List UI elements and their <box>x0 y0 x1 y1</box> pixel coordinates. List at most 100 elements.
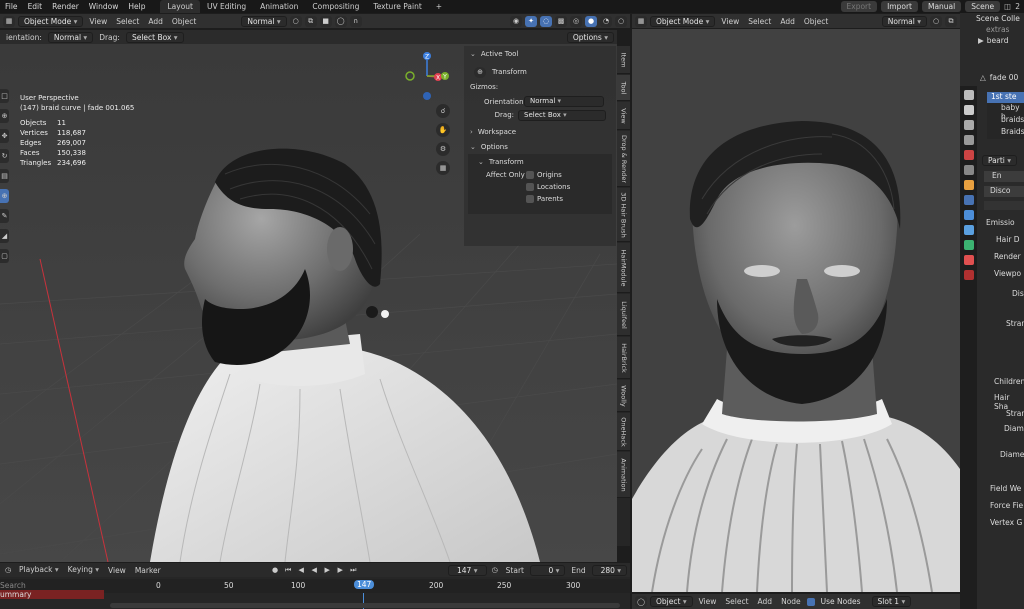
tool-drag-dropdown[interactable]: Select Box <box>125 31 184 43</box>
view-layer-props-icon[interactable] <box>963 135 974 145</box>
object-props-icon[interactable] <box>963 180 974 190</box>
add-workspace-button[interactable]: + <box>429 0 449 13</box>
node-view-menu[interactable]: View <box>696 597 720 606</box>
transform-tool-icon-panel[interactable]: ⊕ <box>474 66 486 78</box>
timeline-view-menu[interactable]: View <box>105 566 129 575</box>
scene-browse-icon[interactable]: ◫ <box>1004 2 1011 11</box>
scene-selector[interactable]: Scene <box>965 1 1001 12</box>
right-orientation-dropdown[interactable]: Normal <box>881 15 927 27</box>
summary-channel[interactable]: ummary <box>0 590 104 599</box>
tool-orientation-dropdown[interactable]: Normal <box>47 31 94 43</box>
mode-dropdown[interactable]: Object Mode <box>18 15 84 27</box>
disconnect-button[interactable]: Disco <box>984 186 1024 197</box>
timeline-search[interactable]: Search <box>0 581 104 590</box>
cursor-tool-icon[interactable]: ⊕ <box>0 109 9 123</box>
right-menu-select[interactable]: Select <box>745 17 774 26</box>
object-name[interactable]: fade 00 <box>990 73 1019 82</box>
playback-menu[interactable]: Playback <box>16 565 62 576</box>
active-tool-section[interactable]: Active Tool <box>464 46 616 61</box>
right-pivot-icon[interactable]: ○ <box>930 15 942 27</box>
output-props-icon[interactable] <box>963 120 974 130</box>
annotate-tool-icon[interactable]: ✎ <box>0 209 9 223</box>
start-frame-field[interactable]: 0 <box>529 564 566 576</box>
tab-onehack[interactable]: OneHack <box>617 413 630 451</box>
pivot-icon[interactable]: ○ <box>289 15 302 27</box>
scale-tool-icon[interactable]: ▤ <box>0 169 9 183</box>
jump-end-icon[interactable]: ⏭ <box>348 564 359 576</box>
current-frame-field[interactable]: 147 <box>447 564 487 576</box>
timeline-scrollbar[interactable] <box>110 603 620 608</box>
tab-woolly[interactable]: Woolly <box>617 380 630 412</box>
editor-type-icon[interactable]: ▦ <box>3 15 15 27</box>
next-keyframe-icon[interactable]: ▶ <box>335 564 346 576</box>
camera-icon[interactable]: ⚙ <box>436 142 450 156</box>
outliner-scene-collection[interactable]: Scene Colle <box>960 13 1024 24</box>
transform-orientation-dropdown[interactable]: Normal <box>241 15 287 27</box>
snap-target-icon[interactable]: ■ <box>319 15 332 27</box>
navigation-gizmo[interactable]: Z X Y <box>400 48 456 104</box>
jump-start-icon[interactable]: ⏮ <box>283 564 294 576</box>
enable-button[interactable]: En <box>984 171 1024 182</box>
particle-slot-1[interactable]: 1st ste <box>987 92 1024 103</box>
world-props-icon[interactable] <box>963 165 974 175</box>
pan-hand-icon[interactable]: ✋ <box>436 123 450 137</box>
menu-help[interactable]: Help <box>123 2 150 11</box>
collapse-bar[interactable] <box>984 201 1024 210</box>
proportional-edit-icon[interactable]: ◯ <box>334 15 347 27</box>
tab-compositing[interactable]: Compositing <box>305 0 366 13</box>
measure-tool-icon[interactable]: ◢ <box>0 229 9 243</box>
outliner-item-extras[interactable]: extras <box>960 24 1024 35</box>
tab-layout[interactable]: Layout <box>160 0 200 13</box>
menu-add[interactable]: Add <box>145 17 166 26</box>
menu-select[interactable]: Select <box>113 17 142 26</box>
right-snap-icon[interactable]: ⧉ <box>945 15 957 27</box>
menu-render[interactable]: Render <box>47 2 84 11</box>
shading-solid-icon[interactable]: ● <box>585 15 597 27</box>
add-cube-tool-icon[interactable]: ▢ <box>0 249 9 263</box>
prev-keyframe-icon[interactable]: ◀ <box>296 564 307 576</box>
particle-slot-3[interactable]: braids <box>987 115 1024 127</box>
rotate-tool-icon[interactable]: ↻ <box>0 149 9 163</box>
particle-props-icon[interactable] <box>963 210 974 220</box>
gizmo-toggle-icon[interactable]: ✦ <box>525 15 537 27</box>
right-3d-viewport[interactable] <box>632 29 960 592</box>
menu-file[interactable]: File <box>0 2 23 11</box>
render-props-icon[interactable] <box>963 105 974 115</box>
outliner-item-beard[interactable]: ▶ beard <box>960 35 1024 46</box>
tab-hairmodule[interactable]: HairModule <box>617 243 630 293</box>
particle-settings-dropdown[interactable]: Parti <box>982 154 1018 166</box>
playhead[interactable]: 147 <box>354 580 375 589</box>
tab-liquifeel[interactable]: Liquifeel <box>617 294 630 336</box>
menu-edit[interactable]: Edit <box>23 2 48 11</box>
timeline-editor-type-icon[interactable]: ◷ <box>3 564 14 576</box>
right-menu-object[interactable]: Object <box>801 17 831 26</box>
select-box-tool-icon[interactable]: □ <box>0 89 9 103</box>
node-select-menu[interactable]: Select <box>722 597 751 606</box>
shading-rendered-icon[interactable]: ○ <box>615 15 627 27</box>
perspective-grid-icon[interactable]: ▦ <box>436 161 450 175</box>
transform-tool-icon[interactable]: ⊕ <box>0 189 9 203</box>
texture-props-icon[interactable] <box>963 270 974 280</box>
workspace-section[interactable]: Workspace <box>464 124 616 139</box>
tab-texture-paint[interactable]: Texture Paint <box>366 0 428 13</box>
constraint-props-icon[interactable] <box>963 240 974 250</box>
options-section[interactable]: Options <box>464 139 616 154</box>
manual-button[interactable]: Manual <box>921 1 962 12</box>
tab-tool[interactable]: Tool <box>617 75 630 101</box>
zoom-icon[interactable]: ☌ <box>436 104 450 118</box>
play-icon[interactable]: ▶ <box>322 564 333 576</box>
tab-3d-hair-brush[interactable]: 3D Hair Brush <box>617 188 630 242</box>
use-nodes-checkbox[interactable] <box>806 597 815 606</box>
menu-window[interactable]: Window <box>84 2 124 11</box>
right-menu-add[interactable]: Add <box>777 17 798 26</box>
right-mode-dropdown[interactable]: Object Mode <box>650 15 716 27</box>
tool-props-icon[interactable] <box>963 90 974 100</box>
node-object-dropdown[interactable]: Object <box>650 596 693 607</box>
right-menu-view[interactable]: View <box>718 17 742 26</box>
material-props-icon[interactable] <box>963 255 974 265</box>
locations-checkbox[interactable] <box>526 183 534 191</box>
tab-hairbrick[interactable]: HairBrick <box>617 337 630 379</box>
node-editor-type-icon[interactable]: ◯ <box>635 596 647 607</box>
shading-wireframe-icon[interactable]: ◎ <box>570 15 582 27</box>
particle-slot-4[interactable]: Braids <box>987 127 1024 139</box>
